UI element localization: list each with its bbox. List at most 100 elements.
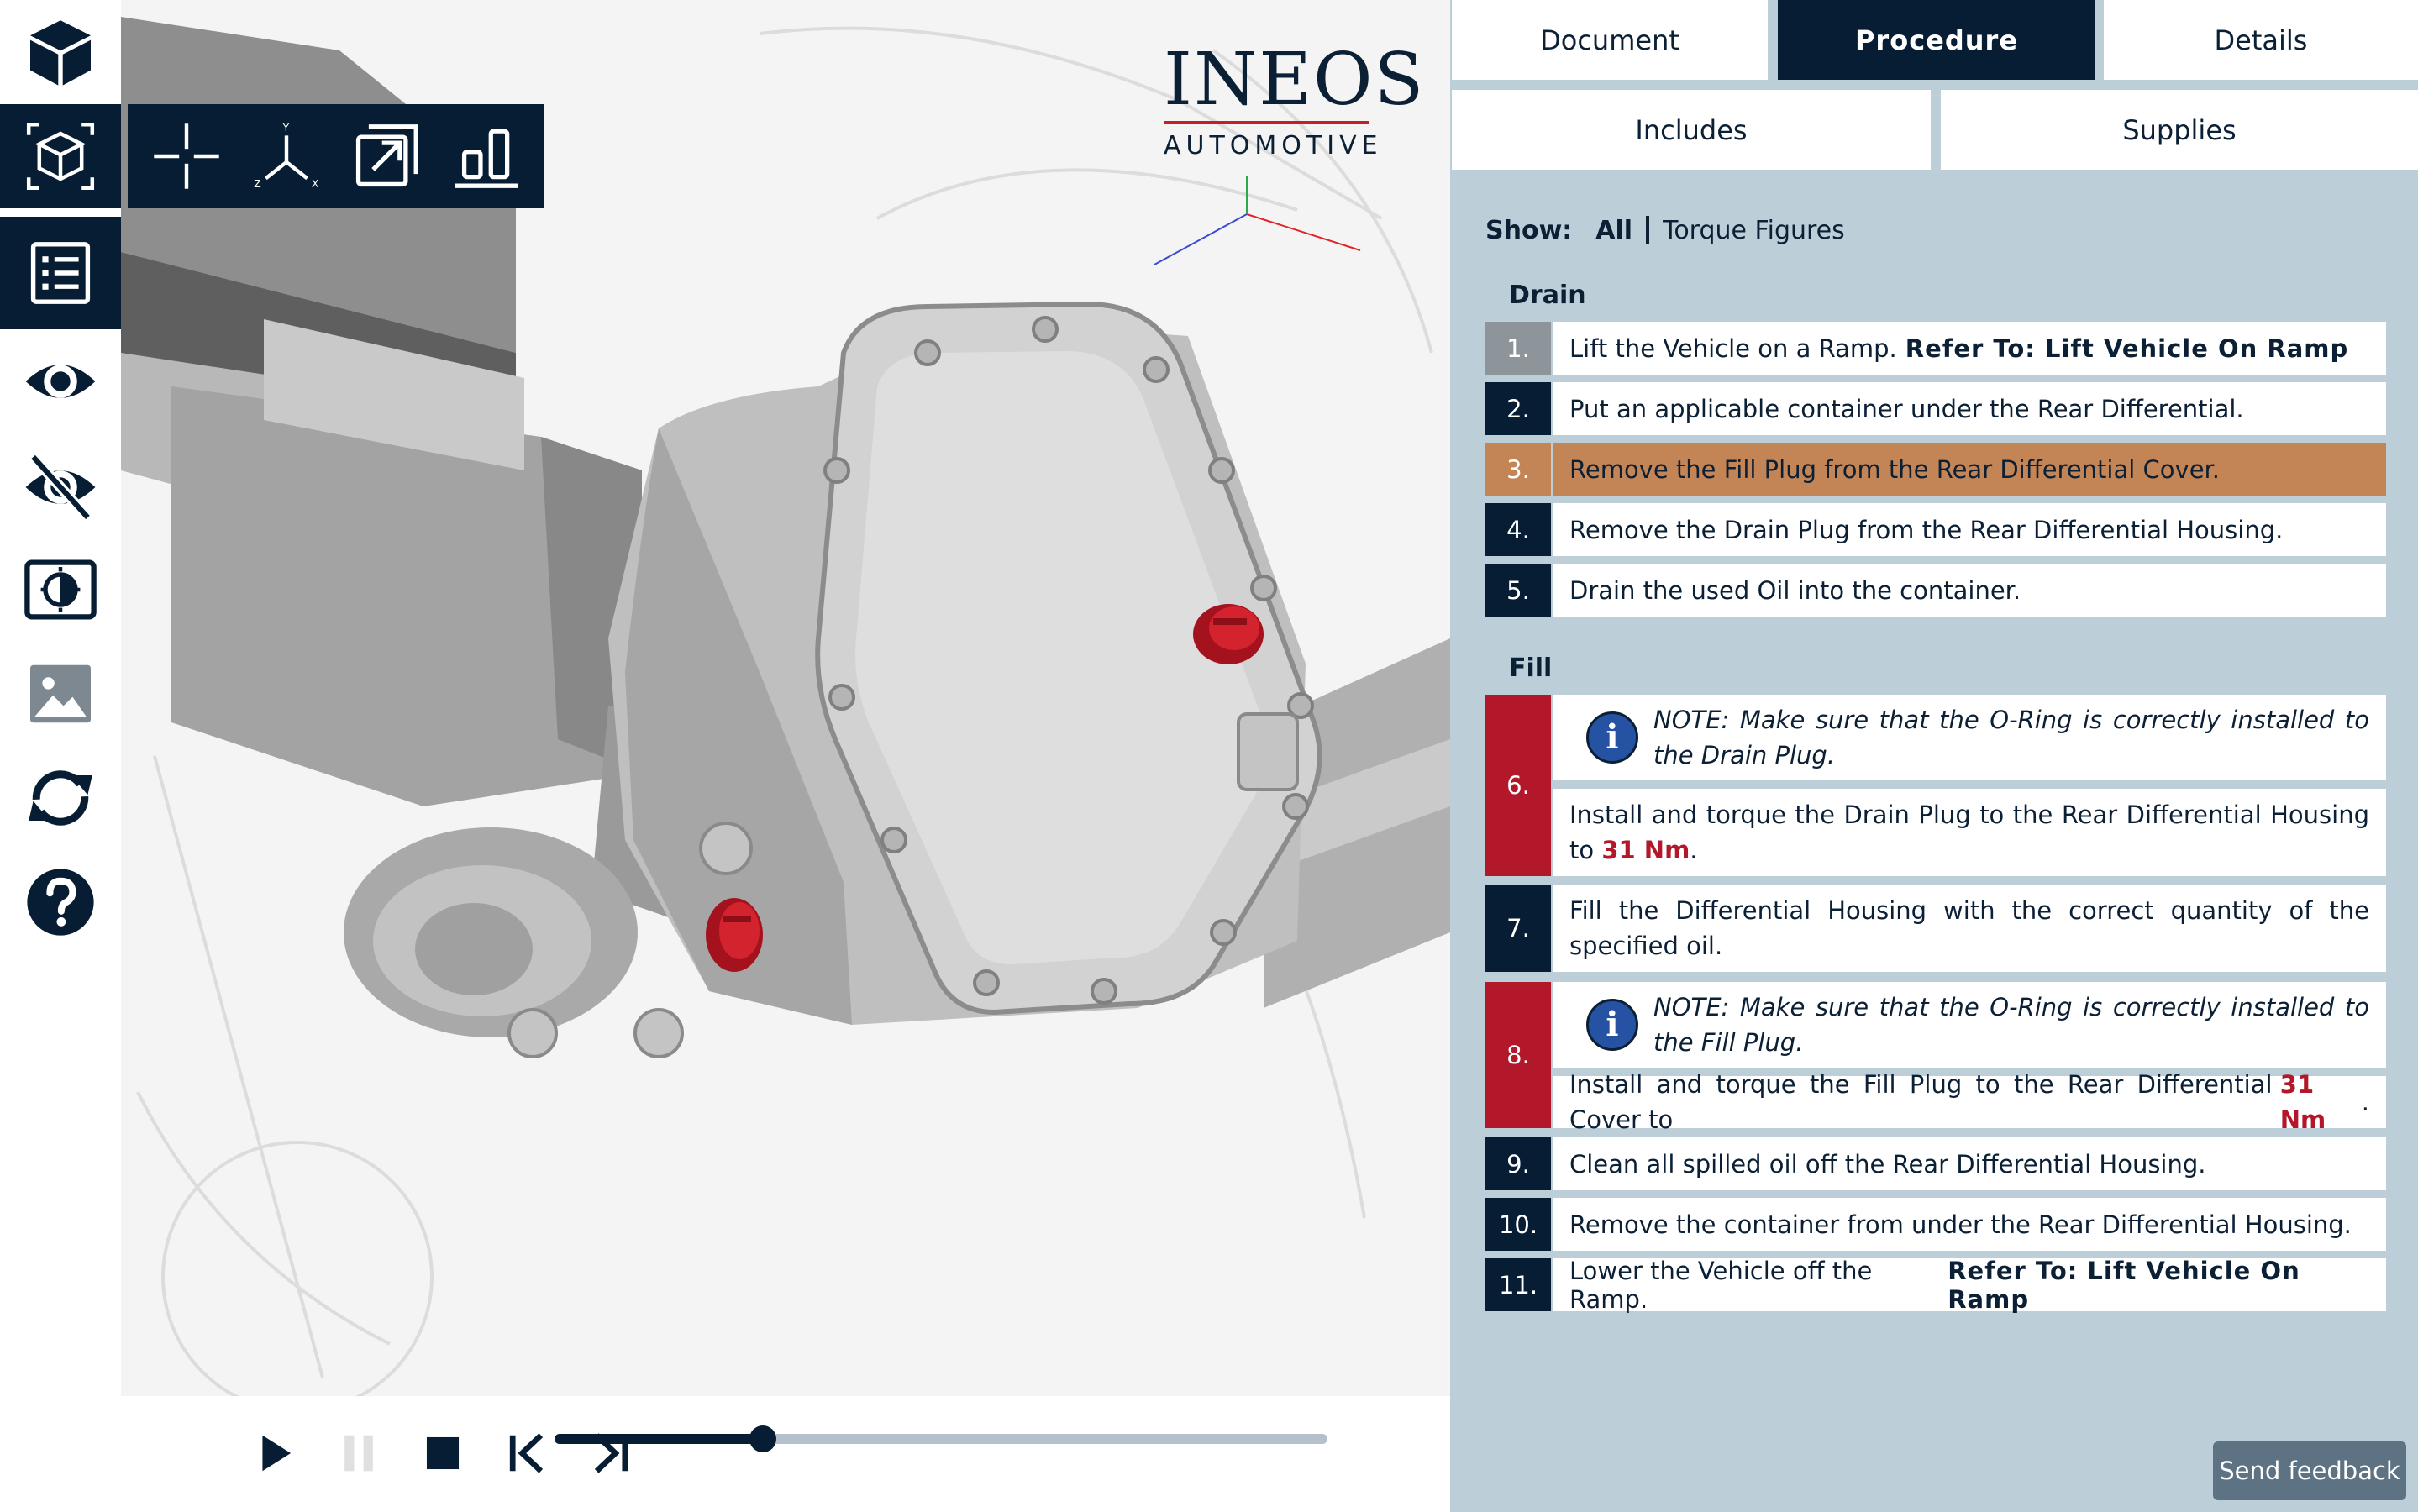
- axes-icon: Y Z X: [254, 122, 319, 190]
- help-button[interactable]: [0, 850, 121, 954]
- tab-includes[interactable]: Includes: [1452, 90, 1931, 170]
- note-text: NOTE: Make sure that the O-Ring is corre…: [1653, 706, 2369, 769]
- image-button[interactable]: [0, 642, 121, 746]
- step-text: Fill the Differential Housing with the c…: [1553, 885, 2386, 972]
- logo-brand: INEOS: [1164, 38, 1426, 122]
- bar-chart-icon: [455, 129, 518, 188]
- reset-button[interactable]: [0, 746, 121, 850]
- crosshair-tool-button[interactable]: [146, 116, 227, 197]
- step-text: Put an applicable container under the Re…: [1553, 382, 2386, 435]
- step-note: i NOTE: Make sure that the O-Ring is cor…: [1553, 695, 2386, 780]
- cube-icon: [30, 20, 91, 86]
- procedure-step[interactable]: 9. Clean all spilled oil off the Rear Di…: [1485, 1137, 2386, 1190]
- tab-supplies[interactable]: Supplies: [1941, 90, 2418, 170]
- axes-tool-button[interactable]: Y Z X: [246, 116, 327, 197]
- step-text: i NOTE: Make sure that the O-Ring is cor…: [1553, 695, 2386, 876]
- tab-document[interactable]: Document: [1452, 0, 1768, 80]
- play-button[interactable]: [245, 1420, 304, 1487]
- image-icon: [30, 664, 91, 723]
- hide-button[interactable]: [0, 435, 121, 539]
- step-number: 1.: [1485, 322, 1551, 375]
- axis-x-label: X: [311, 178, 318, 190]
- eye-icon: [25, 365, 96, 398]
- procedure-list-button[interactable]: [0, 217, 121, 329]
- procedure-step-current[interactable]: 3. Remove the Fill Plug from the Rear Di…: [1485, 443, 2386, 496]
- step-text: Remove the container from under the Rear…: [1553, 1198, 2386, 1251]
- step-number: 9.: [1485, 1137, 1551, 1190]
- step-text: Lift the Vehicle on a Ramp. Refer To: Li…: [1553, 322, 2386, 375]
- 3d-tool-palette: Y Z X: [128, 104, 544, 208]
- play-icon: [262, 1435, 292, 1472]
- stop-icon: [426, 1436, 460, 1470]
- playback-progress: [555, 1434, 764, 1444]
- step-text: Remove the Drain Plug from the Rear Diff…: [1553, 503, 2386, 556]
- cube-outline-icon: [26, 122, 95, 191]
- expand-tool-button[interactable]: [346, 116, 427, 197]
- filter-label: Show:: [1485, 215, 1573, 245]
- step-reference-link[interactable]: Refer To: Lift Vehicle On Ramp: [1905, 334, 2349, 363]
- info-icon: i: [1586, 711, 1638, 764]
- tab-details[interactable]: Details: [2104, 0, 2418, 80]
- show-button[interactable]: [0, 329, 121, 433]
- step-number: 2.: [1485, 382, 1551, 435]
- 3d-tools-button[interactable]: [0, 104, 121, 208]
- procedure-step[interactable]: 7. Fill the Differential Housing with th…: [1485, 885, 2386, 972]
- step-description: Install and torque the Fill Plug to the …: [1569, 1070, 2273, 1134]
- differential-model[interactable]: [121, 0, 1450, 1396]
- step-number: 5.: [1485, 564, 1551, 617]
- previous-step-button[interactable]: [497, 1420, 556, 1487]
- procedure-step[interactable]: 1. Lift the Vehicle on a Ramp. Refer To:…: [1485, 322, 2386, 375]
- step-description-end: .: [2361, 1088, 2369, 1116]
- list-icon: [30, 242, 91, 304]
- stats-tool-button[interactable]: [446, 116, 527, 197]
- procedure-step[interactable]: 6. i NOTE: Make sure that the O-Ring is …: [1485, 695, 2386, 876]
- step-note: i NOTE: Make sure that the O-Ring is cor…: [1553, 982, 2386, 1068]
- playback-slider[interactable]: [555, 1425, 1327, 1452]
- procedure-step[interactable]: 2. Put an applicable container under the…: [1485, 382, 2386, 435]
- tab-procedure[interactable]: Procedure: [1778, 0, 2095, 80]
- eye-off-icon: [25, 453, 96, 522]
- step-description: Fill the Differential Housing with the c…: [1553, 885, 2386, 972]
- section-heading-fill: Fill: [1509, 654, 1553, 683]
- next-step-button[interactable]: [581, 1420, 640, 1487]
- axis-z-label: Z: [254, 178, 260, 190]
- help-icon: [27, 869, 94, 936]
- skip-back-icon: [509, 1433, 544, 1473]
- model-view-button[interactable]: [0, 0, 121, 104]
- torque-value: 31 Nm: [1601, 836, 1690, 864]
- step-text: Lower the Vehicle off the Ramp. Refer To…: [1553, 1256, 2386, 1314]
- filter-torque-figures[interactable]: Torque Figures: [1663, 216, 1845, 245]
- step-number: 11.: [1485, 1258, 1551, 1311]
- stop-button[interactable]: [413, 1420, 472, 1487]
- pause-button[interactable]: [329, 1420, 388, 1487]
- filter-all[interactable]: All: [1595, 216, 1632, 245]
- send-feedback-button[interactable]: Send feedback: [2213, 1441, 2406, 1500]
- step-instruction: Install and torque the Drain Plug to the…: [1553, 789, 2386, 876]
- step-description: Lower the Vehicle off the Ramp.: [1569, 1256, 1873, 1314]
- contrast-icon: [24, 559, 97, 620]
- step-number: 7.: [1485, 885, 1551, 972]
- procedure-step[interactable]: 8. i NOTE: Make sure that the O-Ring is …: [1485, 982, 2386, 1134]
- procedure-step[interactable]: 4. Remove the Drain Plug from the Rear D…: [1485, 503, 2386, 556]
- step-description: Lift the Vehicle on a Ramp.: [1569, 333, 1897, 363]
- step-text: Clean all spilled oil off the Rear Diffe…: [1553, 1137, 2386, 1190]
- note-text: NOTE: Make sure that the O-Ring is corre…: [1653, 993, 2369, 1057]
- step-number: 10.: [1485, 1198, 1551, 1251]
- info-icon: i: [1586, 999, 1638, 1051]
- ineos-logo: INEOS AUTOMOTIVE: [1164, 38, 1426, 160]
- procedure-step[interactable]: 11. Lower the Vehicle off the Ramp. Refe…: [1485, 1256, 2386, 1314]
- procedure-step[interactable]: 10. Remove the container from under the …: [1485, 1198, 2386, 1251]
- step-filter: Show: All Torque Figures: [1485, 212, 1853, 249]
- procedure-step[interactable]: 5. Drain the used Oil into the container…: [1485, 564, 2386, 617]
- step-number: 3.: [1485, 443, 1551, 496]
- step-text: Remove the Fill Plug from the Rear Diffe…: [1553, 443, 2386, 496]
- crosshair-icon: [153, 123, 219, 189]
- expand-icon: [355, 124, 418, 187]
- section-heading-drain: Drain: [1509, 281, 1586, 310]
- left-toolbar: [0, 0, 121, 1512]
- 3d-viewer[interactable]: [121, 0, 1450, 1396]
- logo-subtitle: AUTOMOTIVE: [1164, 131, 1383, 160]
- contrast-button[interactable]: [0, 538, 121, 642]
- step-reference-link[interactable]: Refer To: Lift Vehicle On Ramp: [1948, 1257, 2369, 1314]
- step-text: Drain the used Oil into the container.: [1553, 564, 2386, 617]
